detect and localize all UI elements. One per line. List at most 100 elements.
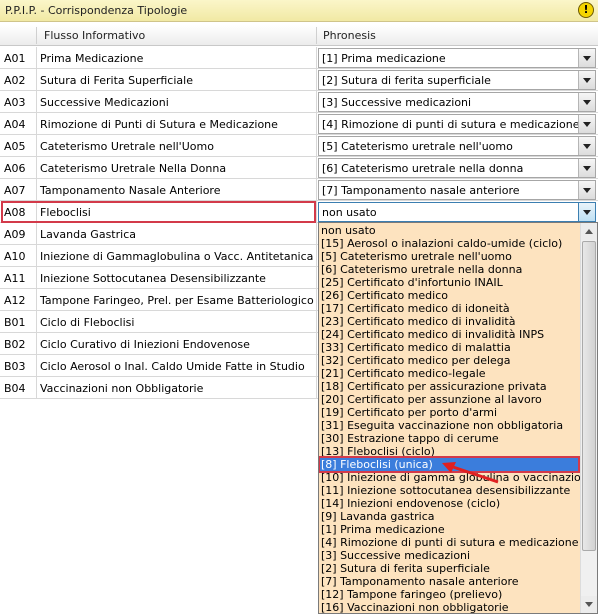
phronesis-combobox[interactable]: [5] Cateterismo uretrale nell'uomo: [318, 136, 596, 156]
table-row[interactable]: A04 Rimozione di Punti di Sutura e Medica…: [0, 113, 598, 135]
dropdown-option[interactable]: [2] Sutura di ferita superficiale: [321, 562, 490, 575]
dropdown-option[interactable]: [3] Successive medicazioni: [321, 549, 470, 562]
cell-divider: [316, 47, 317, 69]
dropdown-option[interactable]: [24] Certificato medico di invalidità IN…: [321, 328, 544, 341]
dropdown-option[interactable]: [26] Certificato medico: [321, 289, 448, 302]
cell-divider: [36, 245, 37, 267]
row-code: A02: [4, 74, 26, 87]
row-flusso-label: Rimozione di Punti di Sutura e Medicazio…: [40, 118, 278, 131]
row-code: B02: [4, 338, 26, 351]
header-divider: [316, 27, 317, 44]
phronesis-dropdown-list[interactable]: non usato [15] Aerosol o inalazioni caldo…: [318, 222, 598, 614]
dropdown-option[interactable]: [25] Certificato d'infortunio INAIL: [321, 276, 503, 289]
dropdown-option[interactable]: [18] Certificato per assicurazione priva…: [321, 380, 547, 393]
dropdown-option[interactable]: [23] Certificato medico di invalidità: [321, 315, 516, 328]
scroll-thumb[interactable]: [582, 241, 596, 551]
cell-divider: [36, 113, 37, 135]
cell-divider: [36, 135, 37, 157]
cell-divider: [36, 157, 37, 179]
chevron-down-icon[interactable]: [578, 71, 595, 89]
dropdown-option[interactable]: [21] Certificato medico-legale: [321, 367, 486, 380]
table-row[interactable]: A05 Cateterismo Uretrale nell'Uomo [5] Cat…: [0, 135, 598, 157]
cell-divider: [316, 377, 317, 399]
dropdown-option[interactable]: [15] Aerosol o inalazioni caldo-umide (c…: [321, 237, 562, 250]
combobox-value: [6] Cateterismo uretrale nella donna: [322, 162, 524, 175]
chevron-down-icon[interactable]: [578, 115, 595, 133]
phronesis-combobox[interactable]: [7] Tamponamento nasale anteriore: [318, 180, 596, 200]
combobox-value: [4] Rimozione di punti di sutura e medic…: [322, 118, 580, 131]
phronesis-combobox[interactable]: [3] Successive medicazioni: [318, 92, 596, 112]
dropdown-option[interactable]: [17] Certificato medico di idoneità: [321, 302, 510, 315]
dropdown-option[interactable]: [7] Tamponamento nasale anteriore: [321, 575, 519, 588]
dropdown-option[interactable]: [20] Certificato per assunzione al lavor…: [321, 393, 542, 406]
dropdown-option[interactable]: [12] Tampone faringeo (prelievo): [321, 588, 502, 601]
cell-divider: [36, 355, 37, 377]
dropdown-option[interactable]: [14] Iniezioni endovenose (ciclo): [321, 497, 500, 510]
chevron-down-icon[interactable]: [578, 49, 595, 67]
selected-row-highlight: [1, 201, 316, 223]
row-code: A10: [4, 250, 26, 263]
grid-header: Flusso Informativo Phronesis: [0, 25, 598, 46]
phronesis-combobox[interactable]: non usato: [318, 202, 596, 222]
dropdown-option[interactable]: [5] Cateterismo uretrale nell'uomo: [321, 250, 512, 263]
dropdown-option[interactable]: [13] Fleboclisi (ciclo): [321, 445, 435, 458]
cell-divider: [316, 91, 317, 113]
dropdown-option[interactable]: [30] Estrazione tappo di cerume: [321, 432, 499, 445]
red-arrow-icon: [442, 462, 499, 484]
row-flusso-label: Vaccinazioni non Obbligatorie: [40, 382, 204, 395]
chevron-down-icon[interactable]: [578, 159, 595, 177]
cell-divider: [316, 289, 317, 311]
row-flusso-label: Ciclo di Fleboclisi: [40, 316, 135, 329]
table-row[interactable]: A07 Tamponamento Nasale Anteriore [7] Tamp…: [0, 179, 598, 201]
cell-divider: [316, 157, 317, 179]
chevron-down-icon[interactable]: [578, 137, 595, 155]
window-titlebar: P.P.I.P. - Corrispondenza Tipologie !: [0, 0, 598, 22]
row-code: A12: [4, 294, 26, 307]
column-header-phronesis[interactable]: Phronesis: [323, 29, 376, 42]
phronesis-combobox[interactable]: [4] Rimozione di punti di sutura e medic…: [318, 114, 596, 134]
cell-divider: [316, 69, 317, 91]
row-flusso-label: Lavanda Gastrica: [40, 228, 136, 241]
scroll-up-button[interactable]: [581, 223, 597, 240]
cell-divider: [316, 135, 317, 157]
dropdown-option[interactable]: non usato: [321, 224, 376, 237]
chevron-down-icon[interactable]: [578, 93, 595, 111]
dropdown-option[interactable]: [31] Eseguita vaccinazione non obbligato…: [321, 419, 563, 432]
table-row[interactable]: A06 Cateterismo Uretrale Nella Donna [6] C…: [0, 157, 598, 179]
cell-divider: [316, 333, 317, 355]
dropdown-option[interactable]: [11] Iniezione sottocutanea desensibiliz…: [321, 484, 570, 497]
phronesis-combobox[interactable]: [2] Sutura di ferita superficiale: [318, 70, 596, 90]
dropdown-option[interactable]: [33] Certificato medico di malattia: [321, 341, 511, 354]
cell-divider: [36, 179, 37, 201]
dropdown-option[interactable]: [9] Lavanda gastrica: [321, 510, 435, 523]
chevron-down-icon[interactable]: [578, 203, 595, 221]
combobox-value: [2] Sutura di ferita superficiale: [322, 74, 491, 87]
dropdown-option[interactable]: [4] Rimozione di punti di sutura e medic…: [321, 536, 579, 549]
cell-divider: [316, 223, 317, 245]
cell-divider: [36, 311, 37, 333]
dropdown-option[interactable]: [6] Cateterismo uretrale nella donna: [321, 263, 522, 276]
chevron-down-icon[interactable]: [578, 181, 595, 199]
table-row[interactable]: A02 Sutura di Ferita Superficiale [2] Sutu…: [0, 69, 598, 91]
row-flusso-label: Sutura di Ferita Superficiale: [40, 74, 193, 87]
phronesis-combobox[interactable]: [6] Cateterismo uretrale nella donna: [318, 158, 596, 178]
table-row[interactable]: A03 Successive Medicazioni [3] Successive …: [0, 91, 598, 113]
dropdown-scrollbar[interactable]: [580, 223, 597, 613]
table-row[interactable]: A01 Prima Medicazione [1] Prima medicazion…: [0, 47, 598, 69]
dropdown-option[interactable]: [19] Certificato per porto d'armi: [321, 406, 497, 419]
row-flusso-label: Ciclo Curativo di Iniezioni Endovenose: [40, 338, 250, 351]
row-code: A04: [4, 118, 26, 131]
row-code: B04: [4, 382, 26, 395]
row-code: A09: [4, 228, 26, 241]
warning-info-icon[interactable]: !: [578, 2, 594, 18]
row-flusso-label: Cateterismo Uretrale Nella Donna: [40, 162, 227, 175]
dropdown-option[interactable]: [16] Vaccinazioni non obbligatorie: [321, 601, 509, 613]
row-code: B01: [4, 316, 26, 329]
cell-divider: [316, 267, 317, 289]
dropdown-option[interactable]: [1] Prima medicazione: [321, 523, 445, 536]
table-row[interactable]: A08 Fleboclisi non usato: [0, 201, 598, 223]
phronesis-combobox[interactable]: [1] Prima medicazione: [318, 48, 596, 68]
column-header-flusso[interactable]: Flusso Informativo: [44, 29, 145, 42]
dropdown-option[interactable]: [32] Certificato medico per delega: [321, 354, 511, 367]
scroll-down-button[interactable]: [581, 596, 597, 613]
